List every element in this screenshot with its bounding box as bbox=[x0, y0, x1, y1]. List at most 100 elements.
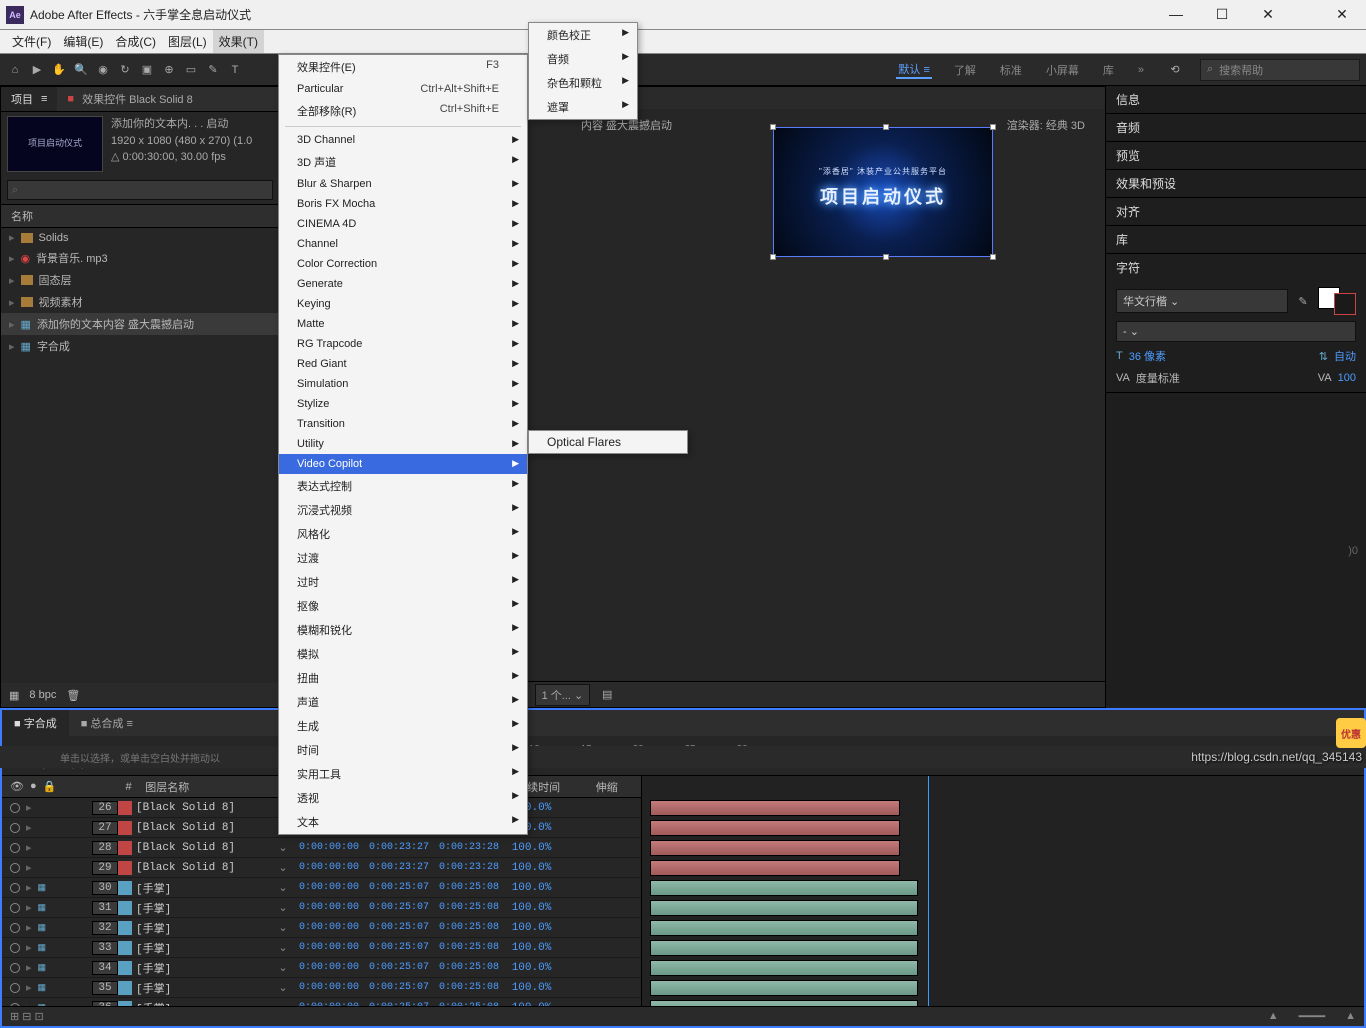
pen-tool-icon[interactable]: ✎ bbox=[204, 61, 222, 79]
tab-effect-controls[interactable]: ■ 效果控件 Black Solid 8 bbox=[57, 87, 279, 112]
effect-category--[interactable]: 透视▶ bbox=[279, 786, 527, 810]
layer-row[interactable]: ▸▦36[手掌]⌄0:00:00:000:00:25:070:00:25:081… bbox=[2, 998, 641, 1006]
selection-tool-icon[interactable]: ▶ bbox=[28, 61, 46, 79]
effect-category--[interactable]: 风格化▶ bbox=[279, 522, 527, 546]
track-bar[interactable] bbox=[650, 980, 918, 996]
project-col-name[interactable]: 名称 bbox=[1, 204, 279, 228]
shape-tool-icon[interactable]: ▭ bbox=[182, 61, 200, 79]
text-tool-icon[interactable]: T bbox=[226, 61, 244, 79]
effect-category-blur-sharpen[interactable]: Blur & Sharpen▶ bbox=[279, 174, 527, 194]
workspace-standard[interactable]: 标准 bbox=[998, 62, 1024, 78]
effect-category--[interactable]: 表达式控制▶ bbox=[279, 474, 527, 498]
project-search[interactable]: ⌕ bbox=[7, 180, 273, 200]
bpc-toggle[interactable]: 8 bpc bbox=[29, 689, 56, 701]
effect-category--[interactable]: 模糊和锐化▶ bbox=[279, 618, 527, 642]
layer-row[interactable]: ▸▦34[手掌]⌄0:00:00:000:00:25:070:00:25:081… bbox=[2, 958, 641, 978]
effect-category--[interactable]: 声道▶ bbox=[279, 690, 527, 714]
menu-edit[interactable]: 编辑(E) bbox=[57, 30, 109, 53]
effect-category--[interactable]: 过时▶ bbox=[279, 570, 527, 594]
effect-category-simulation[interactable]: Simulation▶ bbox=[279, 374, 527, 394]
line-height[interactable]: 自动 bbox=[1334, 348, 1356, 364]
track-bar[interactable] bbox=[650, 820, 900, 836]
trash-icon[interactable]: 🗑 bbox=[66, 689, 80, 702]
track-bar[interactable] bbox=[650, 1000, 918, 1006]
hand-tool-icon[interactable]: ✋ bbox=[50, 61, 68, 79]
panel-character[interactable]: 字符 bbox=[1106, 254, 1366, 281]
maximize-button[interactable]: ☐ bbox=[1208, 6, 1236, 23]
layer-row[interactable]: ▸▦35[手掌]⌄0:00:00:000:00:25:070:00:25:081… bbox=[2, 978, 641, 998]
workspace-default[interactable]: 默认 ≡ bbox=[896, 61, 931, 79]
track-bar[interactable] bbox=[650, 940, 918, 956]
viewer-stage[interactable]: "添香居" 沐装产业公共服务平台 项目启动仪式 bbox=[693, 127, 993, 287]
project-item[interactable]: ▸▦添加你的文本内容 盛大震撼启动 bbox=[1, 313, 279, 335]
panel-library[interactable]: 库 bbox=[1106, 226, 1366, 253]
tl-footer-toggle-icon[interactable]: ⊞ ⊟ ⊡ bbox=[10, 1010, 44, 1023]
rotate-tool-icon[interactable]: ↻ bbox=[116, 61, 134, 79]
side-menu-item[interactable]: 杂色和颗粒▶ bbox=[529, 71, 637, 95]
effect-category-color-correction[interactable]: Color Correction▶ bbox=[279, 254, 527, 274]
col-layer-name[interactable]: 图层名称 bbox=[141, 779, 298, 795]
renderer-label[interactable]: 渲染器: 经典 3D bbox=[1007, 117, 1085, 133]
effect-category--[interactable]: 过渡▶ bbox=[279, 546, 527, 570]
tab-project[interactable]: 项目 ≡ bbox=[1, 87, 57, 112]
panel-preview[interactable]: 预览 bbox=[1106, 142, 1366, 169]
interpret-footage-icon[interactable]: ▦ bbox=[9, 689, 19, 702]
effect-category-matte[interactable]: Matte▶ bbox=[279, 314, 527, 334]
project-item[interactable]: ▸视频素材 bbox=[1, 291, 279, 313]
workspace-learn[interactable]: 了解 bbox=[952, 62, 978, 78]
menu-layer[interactable]: 图层(L) bbox=[162, 30, 213, 53]
toolbar-sync-icon[interactable]: ⟲ bbox=[1166, 61, 1184, 79]
effect-category-3d-channel[interactable]: 3D Channel▶ bbox=[279, 130, 527, 150]
close-button[interactable]: ✕ bbox=[1254, 6, 1282, 23]
eyedropper-icon[interactable]: ✎ bbox=[1294, 292, 1312, 310]
project-item[interactable]: ▸Solids bbox=[1, 228, 279, 247]
menu-file[interactable]: 文件(F) bbox=[6, 30, 57, 53]
effect-menu-item[interactable]: ParticularCtrl+Alt+Shift+E bbox=[279, 79, 527, 99]
track-bar[interactable] bbox=[650, 860, 900, 876]
font-family-dropdown[interactable]: 华文行楷 ⌄ bbox=[1116, 289, 1288, 313]
layer-row[interactable]: ▸▦31[手掌]⌄0:00:00:000:00:25:070:00:25:081… bbox=[2, 898, 641, 918]
orbit-tool-icon[interactable]: ◉ bbox=[94, 61, 112, 79]
camera-tool-icon[interactable]: ▣ bbox=[138, 61, 156, 79]
menu-effect[interactable]: 效果(T) bbox=[213, 30, 264, 53]
tracking-value[interactable]: 100 bbox=[1338, 372, 1356, 384]
anchor-tool-icon[interactable]: ⊕ bbox=[160, 61, 178, 79]
workspace-more[interactable]: » bbox=[1136, 64, 1146, 76]
track-bar[interactable] bbox=[650, 840, 900, 856]
effect-category-3d-[interactable]: 3D 声道▶ bbox=[279, 150, 527, 174]
effect-category--[interactable]: 抠像▶ bbox=[279, 594, 527, 618]
timeline-tab-0[interactable]: ■ 字合成 bbox=[2, 710, 69, 736]
zoom-out-icon[interactable]: ▲ bbox=[1268, 1010, 1279, 1023]
col-stretch[interactable]: 伸缩 bbox=[572, 779, 641, 795]
comp-thumbnail[interactable]: 项目启动仪式 bbox=[7, 116, 103, 172]
effect-category-rg-trapcode[interactable]: RG Trapcode▶ bbox=[279, 334, 527, 354]
panel-effects-presets[interactable]: 效果和预设 bbox=[1106, 170, 1366, 197]
effect-category-cinema-4d[interactable]: CINEMA 4D▶ bbox=[279, 214, 527, 234]
effect-category-keying[interactable]: Keying▶ bbox=[279, 294, 527, 314]
effect-category--[interactable]: 时间▶ bbox=[279, 738, 527, 762]
effect-category--[interactable]: 沉浸式视频▶ bbox=[279, 498, 527, 522]
panel-info[interactable]: 信息 bbox=[1106, 86, 1366, 113]
effect-category-boris-fx-mocha[interactable]: Boris FX Mocha▶ bbox=[279, 194, 527, 214]
side-menu-item[interactable]: 音频▶ bbox=[529, 47, 637, 71]
project-item[interactable]: ▸固态层 bbox=[1, 269, 279, 291]
effect-category-video-copilot[interactable]: Video Copilot▶ bbox=[279, 454, 527, 474]
workspace-library[interactable]: 库 bbox=[1101, 62, 1116, 78]
project-item[interactable]: ▸▦字合成 bbox=[1, 335, 279, 357]
panel-align[interactable]: 对齐 bbox=[1106, 198, 1366, 225]
effect-menu-item[interactable]: 全部移除(R)Ctrl+Shift+E bbox=[279, 99, 527, 123]
effect-category--[interactable]: 实用工具▶ bbox=[279, 762, 527, 786]
effect-category-channel[interactable]: Channel▶ bbox=[279, 234, 527, 254]
track-bar[interactable] bbox=[650, 920, 918, 936]
effect-category-red-giant[interactable]: Red Giant▶ bbox=[279, 354, 527, 374]
effect-category-generate[interactable]: Generate▶ bbox=[279, 274, 527, 294]
timeline-tab-1[interactable]: ■ 总合成 ≡ bbox=[69, 710, 145, 736]
layer-row[interactable]: ▸29[Black Solid 8]⌄0:00:00:000:00:23:270… bbox=[2, 858, 641, 878]
project-item[interactable]: ▸◉背景音乐. mp3 bbox=[1, 247, 279, 269]
flyout-optical-flares[interactable]: Optical Flares bbox=[529, 431, 687, 453]
zoom-tool-icon[interactable]: 🔍 bbox=[72, 61, 90, 79]
layer-row[interactable]: ▸28[Black Solid 8]⌄0:00:00:000:00:23:270… bbox=[2, 838, 641, 858]
font-style-dropdown[interactable]: - ⌄ bbox=[1116, 321, 1356, 342]
track-bar[interactable] bbox=[650, 800, 900, 816]
effect-category--[interactable]: 生成▶ bbox=[279, 714, 527, 738]
